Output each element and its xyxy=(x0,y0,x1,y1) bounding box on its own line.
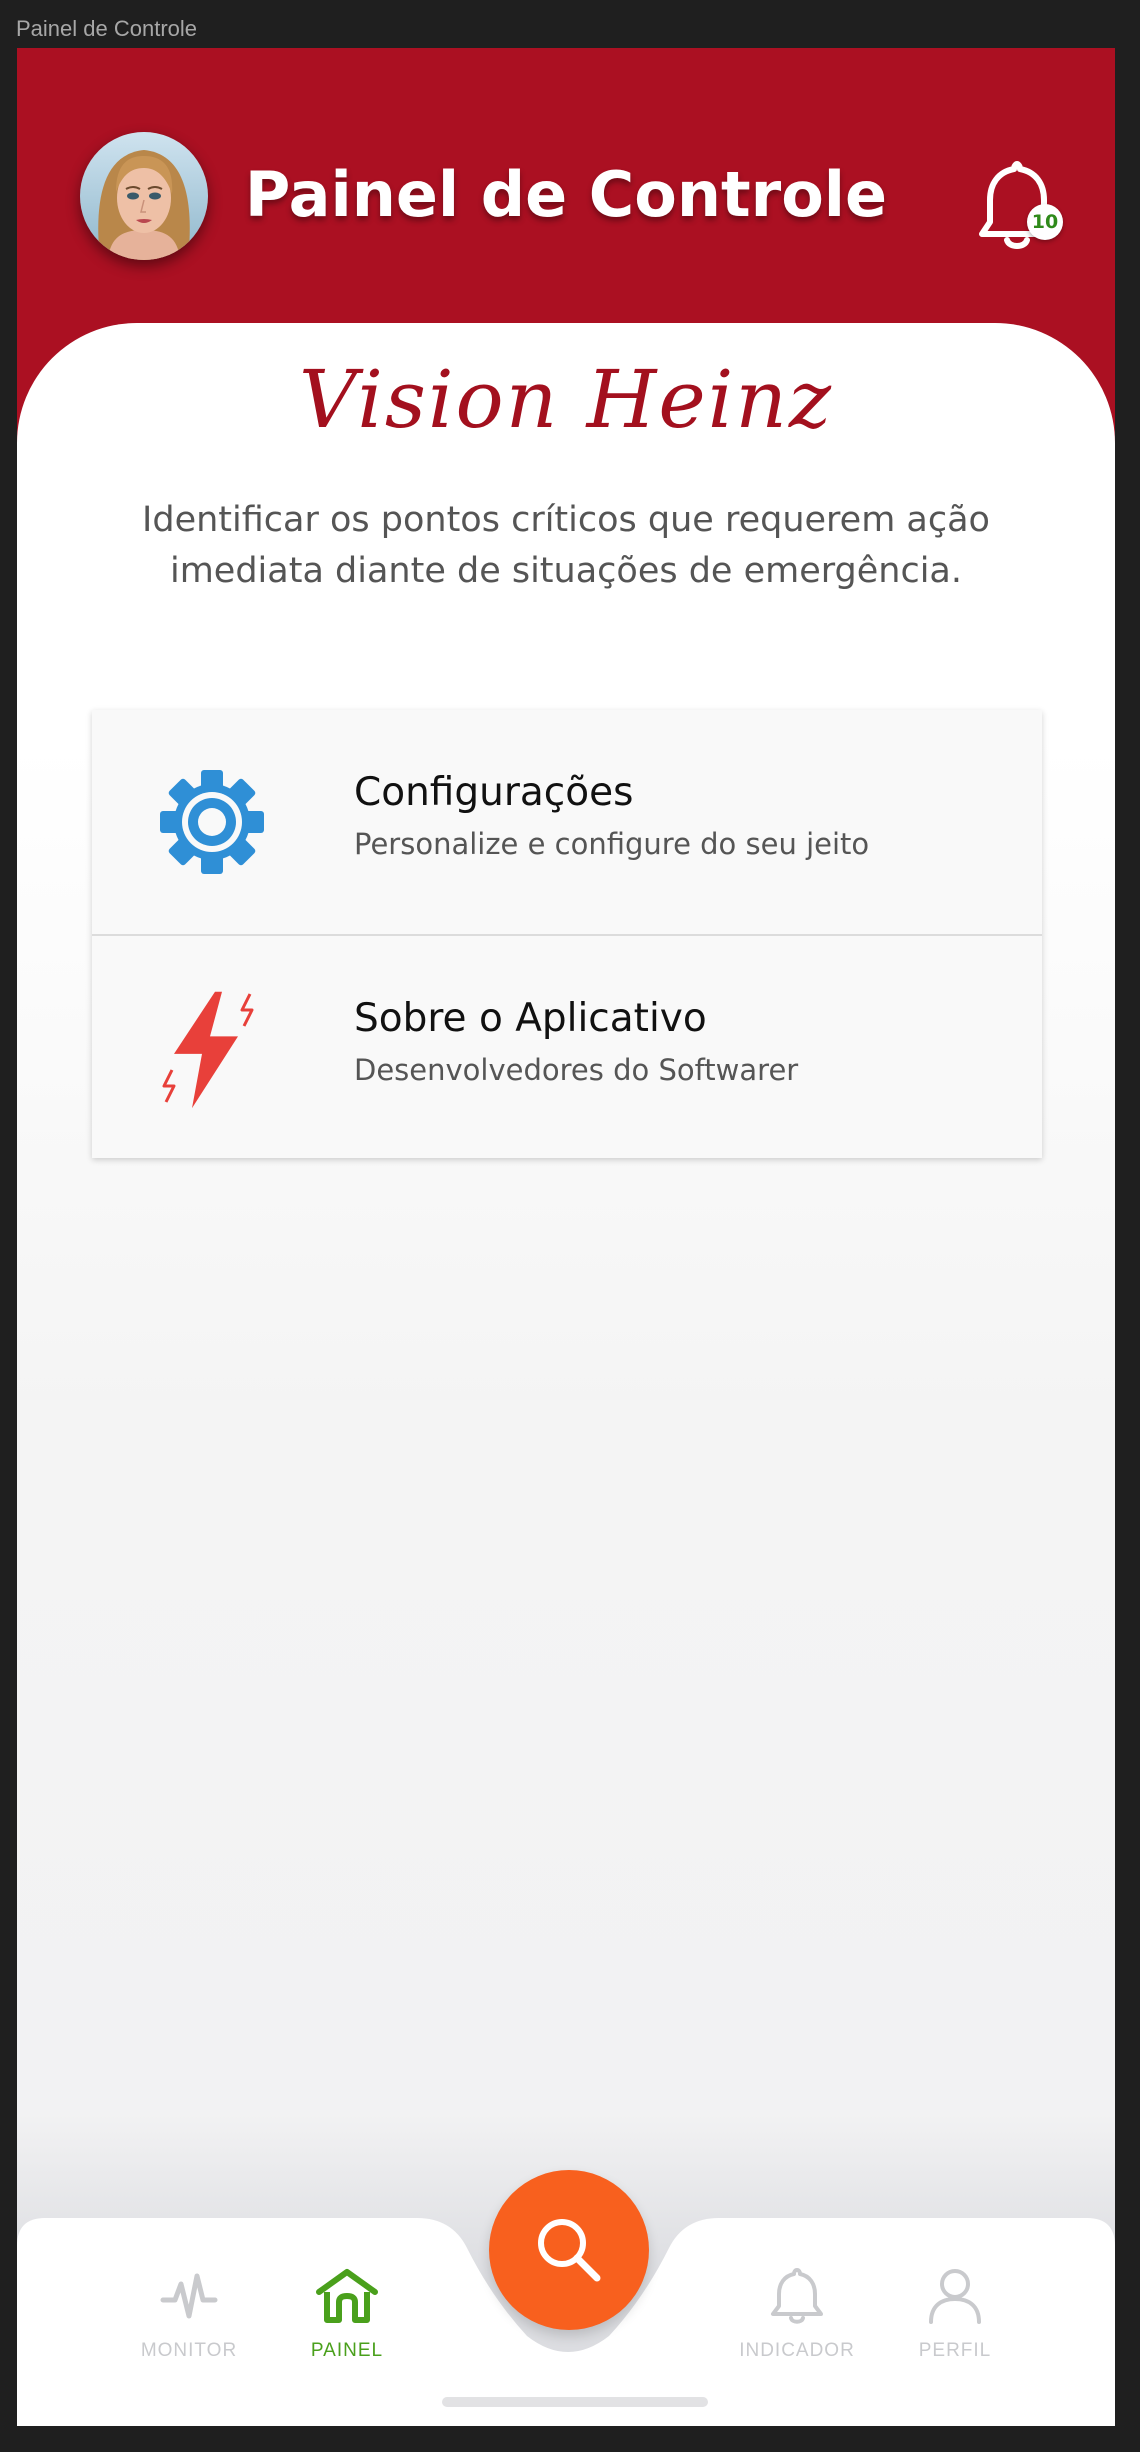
menu-item-title: Sobre o Aplicativo xyxy=(354,996,707,1041)
menu-item-about[interactable]: Sobre o Aplicativo Desenvolvedores do So… xyxy=(92,934,1042,1159)
home-icon xyxy=(316,2269,378,2323)
nav-label: MONITOR xyxy=(140,2340,238,2361)
nav-label: PERFIL xyxy=(918,2340,992,2361)
bell-icon xyxy=(771,2268,823,2324)
home-indicator[interactable] xyxy=(442,2397,708,2407)
menu-card: Configurações Personalize e configure do… xyxy=(92,710,1042,1158)
pulse-icon xyxy=(160,2273,218,2319)
notification-badge: 10 xyxy=(1027,204,1063,240)
window-title: Painel de Controle xyxy=(16,16,198,41)
app-screen: Painel de Controle 10 Vision Heinz Ident… xyxy=(17,48,1115,2426)
menu-item-subtitle: Desenvolvedores do Softwarer xyxy=(354,1053,799,1087)
search-icon xyxy=(538,2219,601,2282)
menu-item-subtitle: Personalize e configure do seu jeito xyxy=(354,827,870,861)
brand-logo: Vision Heinz xyxy=(298,353,834,446)
menu-item-title: Configurações xyxy=(354,770,634,815)
user-icon xyxy=(929,2269,981,2324)
nav-item-indicador[interactable]: INDICADOR xyxy=(712,2266,882,2376)
lightning-icon xyxy=(152,988,272,1109)
tagline: Identificar os pontos críticos que reque… xyxy=(142,500,990,591)
nav-label: INDICADOR xyxy=(739,2340,855,2361)
gear-icon xyxy=(152,762,272,882)
header: Painel de Controle 10 xyxy=(17,48,1115,328)
nav-item-perfil[interactable]: PERFIL xyxy=(870,2266,1040,2376)
page-title: Painel de Controle xyxy=(244,158,888,231)
search-button[interactable] xyxy=(489,2170,649,2330)
nav-item-painel[interactable]: PAINEL xyxy=(262,2266,432,2376)
main-content: Vision Heinz Identificar os pontos críti… xyxy=(17,323,1115,2426)
nav-item-monitor[interactable]: MONITOR xyxy=(104,2266,274,2376)
nav-label: PAINEL xyxy=(310,2340,384,2361)
menu-item-settings[interactable]: Configurações Personalize e configure do… xyxy=(92,710,1042,933)
